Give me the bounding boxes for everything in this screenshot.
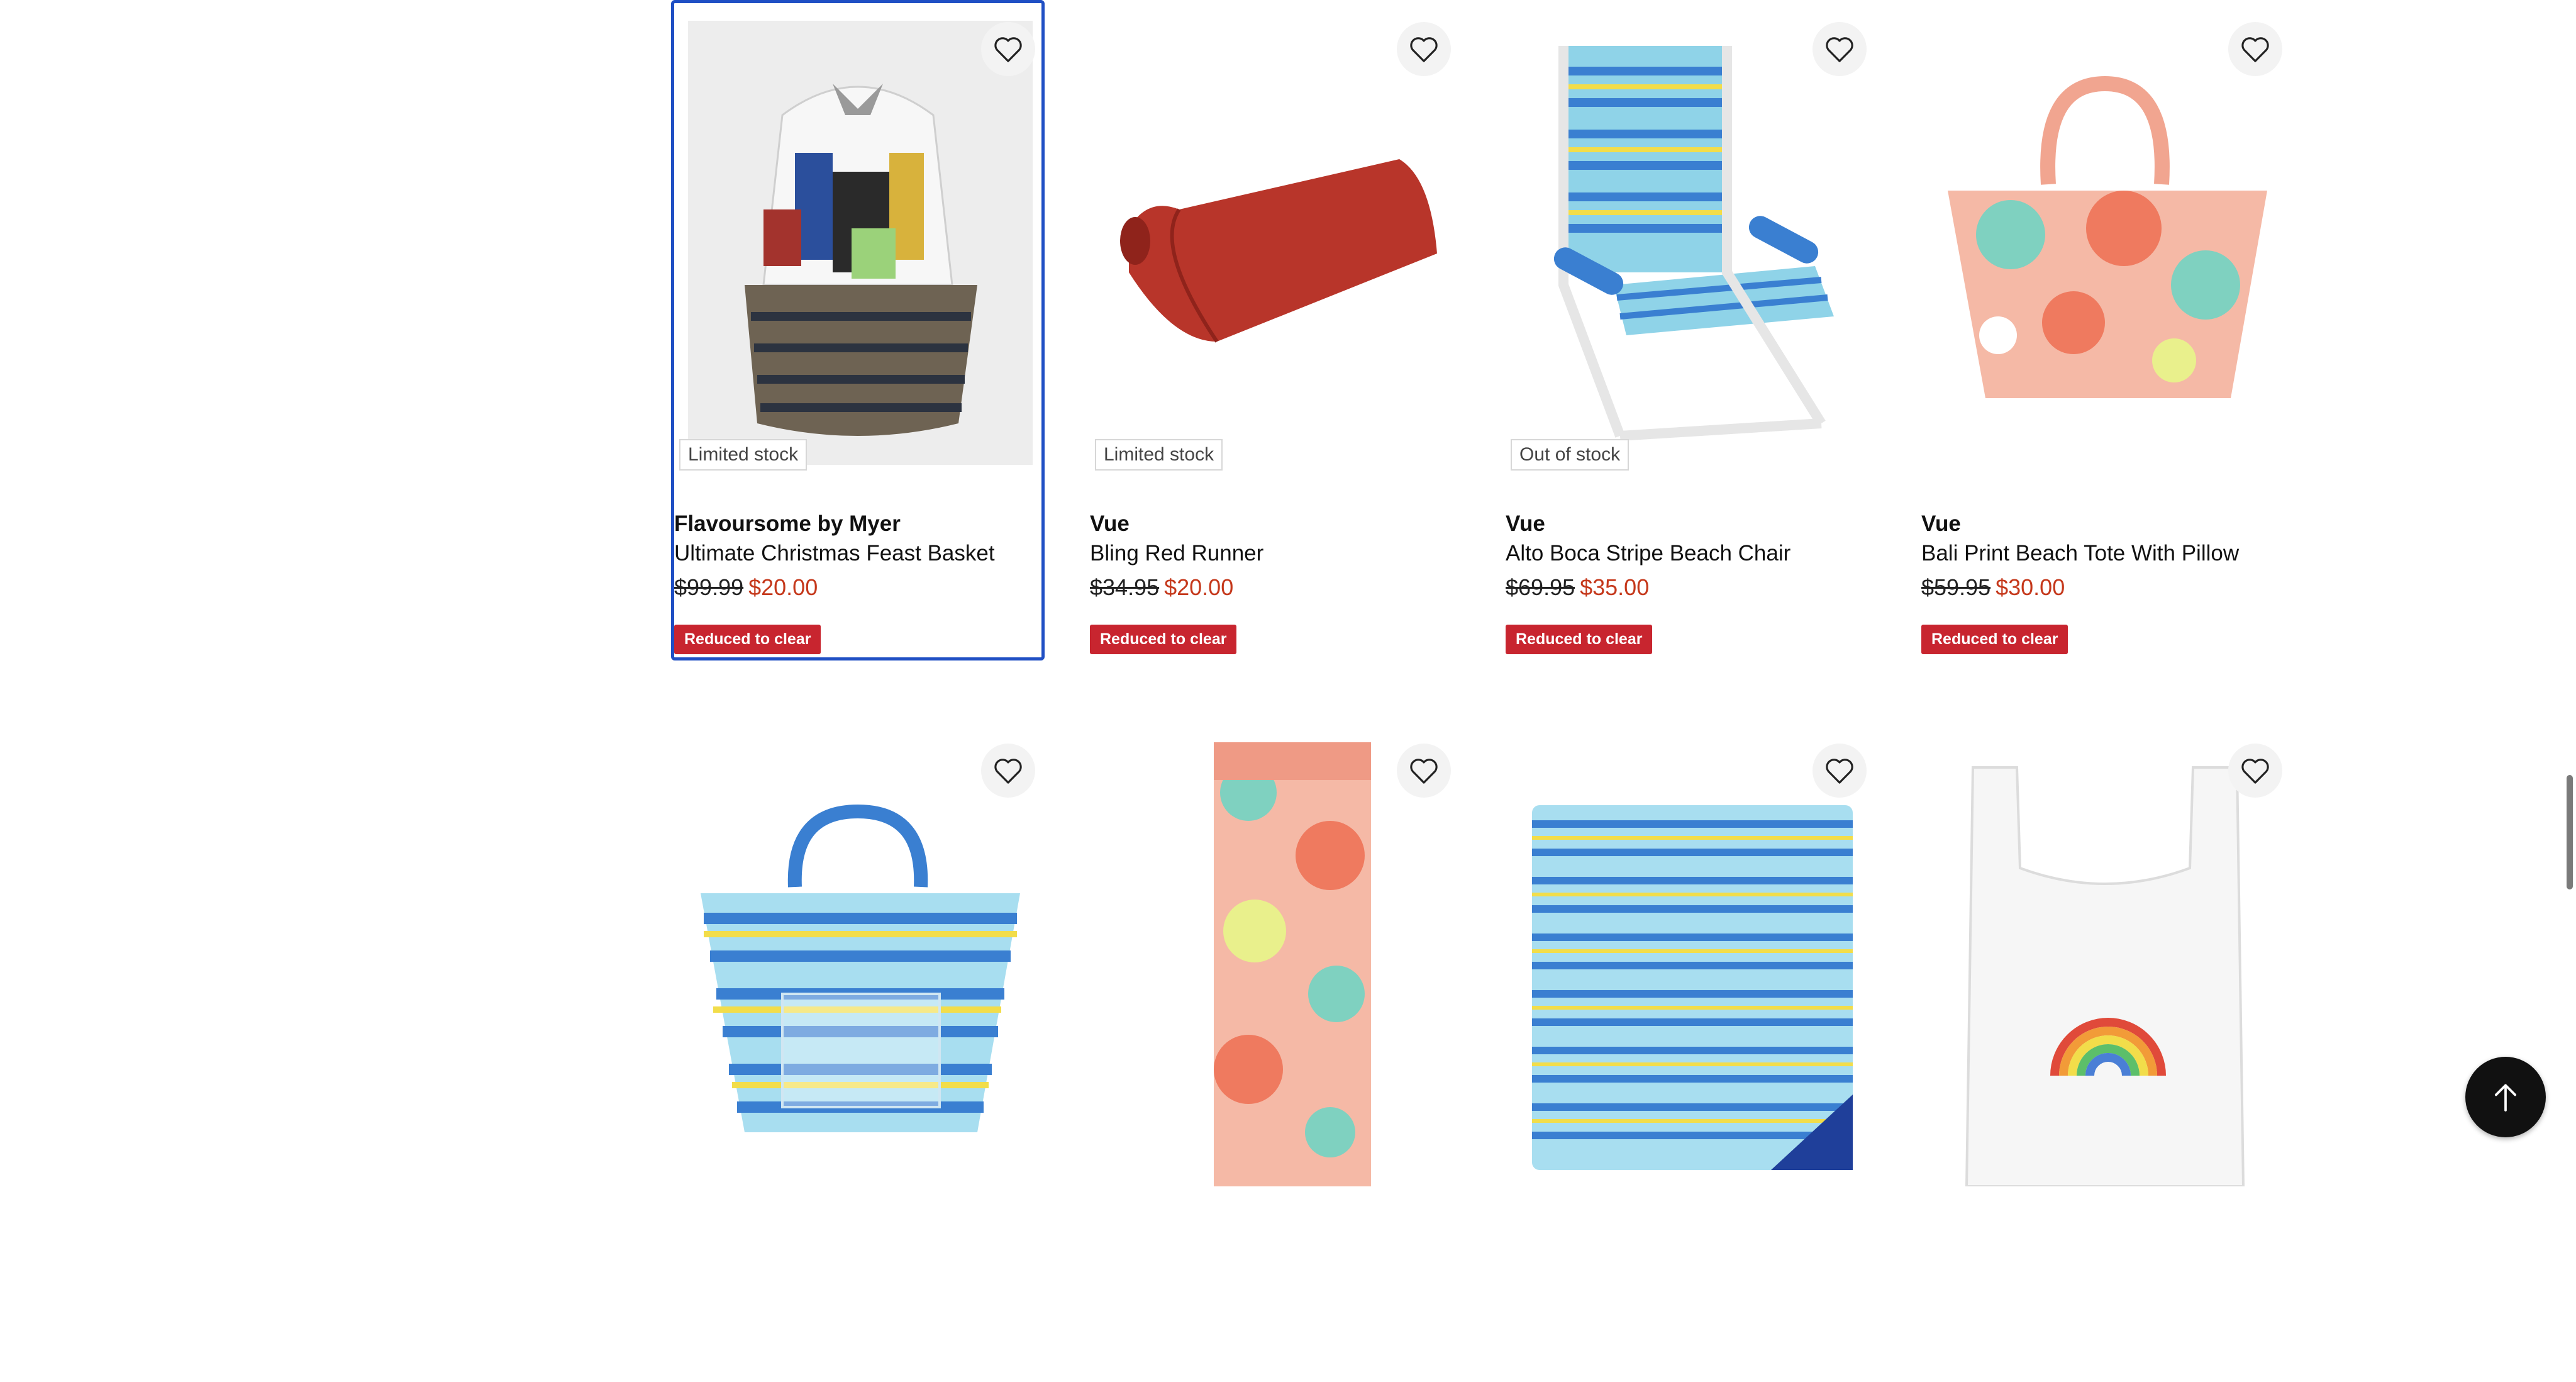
product-card-christmas-basket[interactable]: Limited stock Flavoursome by Myer Ultima… xyxy=(671,0,1045,660)
scrollbar-thumb[interactable] xyxy=(2567,775,2573,889)
arrow-up-icon xyxy=(2494,1084,2517,1112)
tropical-beach-mat-image xyxy=(1104,742,1448,1186)
striped-picnic-blanket-image xyxy=(1519,742,1864,1186)
heart-outline-icon xyxy=(994,759,1022,784)
product-image-striped-tote[interactable] xyxy=(688,742,1033,1186)
was-price: $69.95 xyxy=(1506,574,1575,600)
heart-outline-icon xyxy=(2241,759,2269,784)
product-card-beach-chair[interactable]: Out of stock Vue Alto Boca Stripe Beach … xyxy=(1502,0,1876,660)
was-price: $99.99 xyxy=(674,574,744,600)
heart-outline-icon xyxy=(1826,37,1853,62)
product-card-rainbow-bag[interactable] xyxy=(1918,722,2292,1382)
wishlist-button[interactable] xyxy=(981,744,1035,798)
wishlist-button[interactable] xyxy=(981,22,1035,76)
product-name[interactable]: Ultimate Christmas Feast Basket xyxy=(674,541,995,566)
sale-price: $30.00 xyxy=(1996,574,2065,600)
product-image-rainbow-bag[interactable] xyxy=(1935,742,2280,1186)
reduced-to-clear-badge: Reduced to clear xyxy=(1506,625,1653,654)
heart-outline-icon xyxy=(2241,37,2269,62)
heart-outline-icon xyxy=(1410,759,1438,784)
back-to-top-button[interactable] xyxy=(2465,1057,2546,1137)
product-price: $99.99 $20.00 xyxy=(674,574,818,601)
was-price: $34.95 xyxy=(1090,574,1160,600)
wishlist-button[interactable] xyxy=(1397,744,1451,798)
product-card-picnic-blanket[interactable] xyxy=(1502,722,1876,1382)
striped-tote-bag-image xyxy=(688,742,1033,1186)
product-grid: Limited stock Flavoursome by Myer Ultima… xyxy=(0,0,2576,1186)
stock-label: Limited stock xyxy=(679,439,808,471)
reduced-to-clear-badge: Reduced to clear xyxy=(674,625,821,654)
product-name[interactable]: Bali Print Beach Tote With Pillow xyxy=(1921,541,2239,566)
product-image-beach-chair[interactable] xyxy=(1519,21,1864,465)
stock-label: Out of stock xyxy=(1511,439,1629,471)
tropical-tote-bag-image xyxy=(1935,21,2280,465)
wishlist-button[interactable] xyxy=(2228,744,2282,798)
gift-basket-image xyxy=(688,21,1033,465)
product-name[interactable]: Bling Red Runner xyxy=(1090,541,1263,566)
product-card-striped-tote[interactable] xyxy=(671,722,1045,1382)
product-brand: Vue xyxy=(1090,511,1130,536)
product-price: $69.95 $35.00 xyxy=(1506,574,1649,601)
product-brand: Vue xyxy=(1921,511,1961,536)
sale-price: $20.00 xyxy=(748,574,818,600)
product-image-bali-tote[interactable] xyxy=(1935,21,2280,465)
rainbow-shopping-bag-image xyxy=(1935,742,2280,1186)
product-price: $34.95 $20.00 xyxy=(1090,574,1233,601)
stock-label: Limited stock xyxy=(1095,439,1223,471)
sale-price: $35.00 xyxy=(1580,574,1650,600)
product-image-beach-mat[interactable] xyxy=(1104,742,1448,1186)
product-name[interactable]: Alto Boca Stripe Beach Chair xyxy=(1506,541,1790,566)
wishlist-button[interactable] xyxy=(2228,22,2282,76)
reduced-to-clear-badge: Reduced to clear xyxy=(1921,625,2068,654)
was-price: $59.95 xyxy=(1921,574,1991,600)
product-price: $59.95 $30.00 xyxy=(1921,574,2065,601)
product-card-bali-tote[interactable]: Vue Bali Print Beach Tote With Pillow $5… xyxy=(1918,0,2292,660)
product-image-christmas-basket[interactable] xyxy=(688,21,1033,465)
wishlist-button[interactable] xyxy=(1813,22,1867,76)
product-card-beach-mat[interactable] xyxy=(1087,722,1460,1382)
red-table-runner-image xyxy=(1104,21,1448,465)
product-brand: Vue xyxy=(1506,511,1545,536)
striped-beach-chair-image xyxy=(1519,21,1864,465)
sale-price: $20.00 xyxy=(1164,574,1234,600)
product-brand: Flavoursome by Myer xyxy=(674,511,901,536)
product-image-red-runner[interactable] xyxy=(1104,21,1448,465)
page-scrollbar[interactable] xyxy=(2563,0,2576,1169)
heart-outline-icon xyxy=(1410,37,1438,62)
product-image-picnic-blanket[interactable] xyxy=(1519,742,1864,1186)
heart-outline-icon xyxy=(994,37,1022,62)
product-card-red-runner[interactable]: Limited stock Vue Bling Red Runner $34.9… xyxy=(1087,0,1460,660)
wishlist-button[interactable] xyxy=(1397,22,1451,76)
heart-outline-icon xyxy=(1826,759,1853,784)
wishlist-button[interactable] xyxy=(1813,744,1867,798)
reduced-to-clear-badge: Reduced to clear xyxy=(1090,625,1237,654)
